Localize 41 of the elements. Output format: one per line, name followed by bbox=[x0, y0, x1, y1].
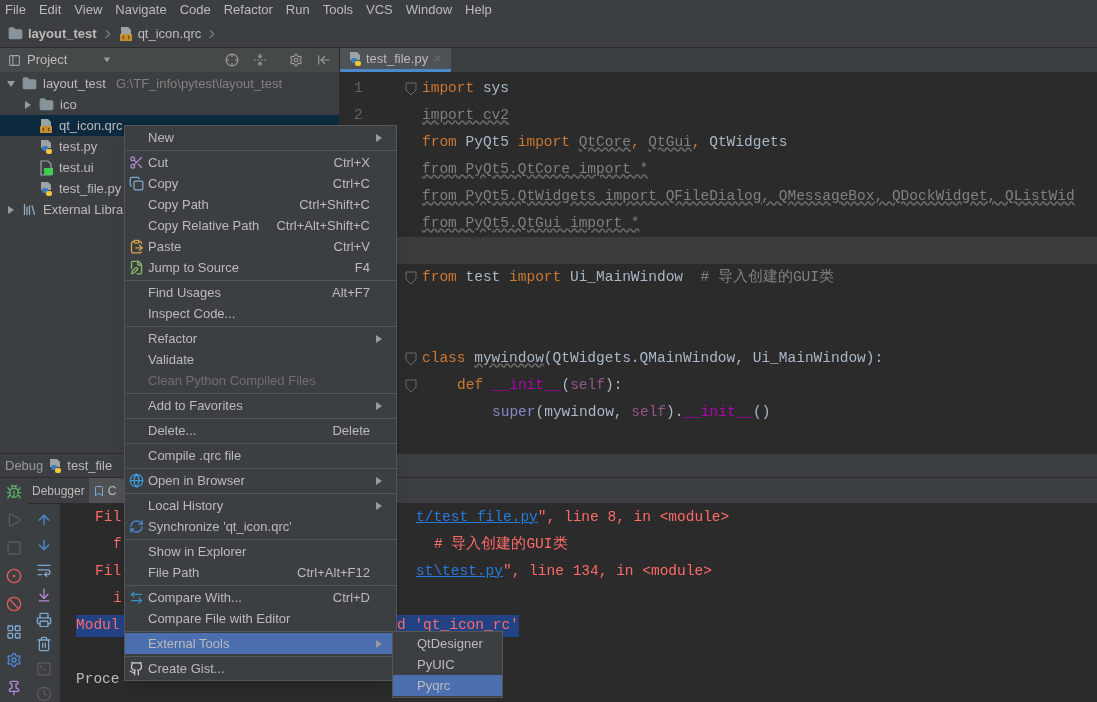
tree-item-path: G:\TF_info\pytest\layout_test bbox=[115, 74, 283, 93]
console-text: st\test.py", line 134, in <module> bbox=[416, 561, 712, 581]
tree-item-label: ico bbox=[60, 95, 77, 114]
shortcut-label: Ctrl+Alt+Shift+C bbox=[276, 216, 370, 235]
console-text: Modul bbox=[76, 615, 120, 635]
shortcut-label: Ctrl+X bbox=[333, 153, 370, 172]
code-line: from PyQt5.QtCore import * bbox=[422, 159, 649, 179]
code-line: from PyQt5 import QtCore, QtGui, QtWidgets bbox=[422, 132, 788, 152]
tree-item-label: qt_icon.qrc bbox=[59, 116, 123, 135]
shortcut-label: Ctrl+Alt+F12 bbox=[297, 563, 370, 582]
code-line: from PyQt5.QtWidgets import QFileDialog, QMessageBox, QDockWidget, QListWid bbox=[422, 186, 1075, 206]
console-text: t/test_file.py", line 8, in <module> bbox=[416, 507, 730, 527]
line-number: 1 bbox=[354, 78, 363, 98]
shortcut-label: Delete bbox=[332, 421, 370, 440]
tree-item-label: External Libra bbox=[43, 200, 124, 219]
code-line: def __init__(self): bbox=[456, 375, 623, 395]
console-text: f bbox=[113, 534, 122, 554]
line-number: 2 bbox=[354, 105, 363, 125]
panel-title: Debug bbox=[5, 456, 44, 475]
console-text: Proce bbox=[76, 669, 120, 689]
console-text: # 导入创建的GUI类 bbox=[434, 534, 568, 554]
code-line: import cv2 bbox=[422, 105, 509, 125]
code-line: import sys bbox=[422, 78, 510, 98]
code-line: class mywindow(QtWidgets.QMainWindow, Ui_MainWindow): bbox=[422, 348, 884, 368]
tree-item-label: test.ui bbox=[59, 158, 94, 177]
shortcut-label: F4 bbox=[354, 258, 370, 277]
code-line: super(mywindow, self).__init__() bbox=[491, 402, 771, 422]
shortcut-label: Ctrl+V bbox=[333, 237, 370, 256]
tree-item-label: test_file.py bbox=[59, 179, 122, 198]
console-text: d 'qt_icon_rc' bbox=[397, 615, 519, 635]
shortcut-label: Ctrl+C bbox=[332, 174, 370, 193]
tree-item-label: test.py bbox=[59, 137, 98, 156]
shortcut-label: Ctrl+Shift+C bbox=[299, 195, 370, 214]
shortcut-label: Alt+F7 bbox=[332, 283, 370, 302]
shortcut-label: Ctrl+D bbox=[332, 588, 370, 607]
console-text: i bbox=[113, 588, 122, 608]
code-line: from PyQt5.QtGui import * bbox=[422, 213, 640, 233]
console-text: Fil bbox=[95, 507, 122, 527]
console-text: Fil bbox=[95, 561, 122, 581]
tree-item-label: layout_test bbox=[43, 74, 106, 93]
code-line: from test import Ui_MainWindow # 导入创建的GUI类 bbox=[422, 267, 834, 287]
